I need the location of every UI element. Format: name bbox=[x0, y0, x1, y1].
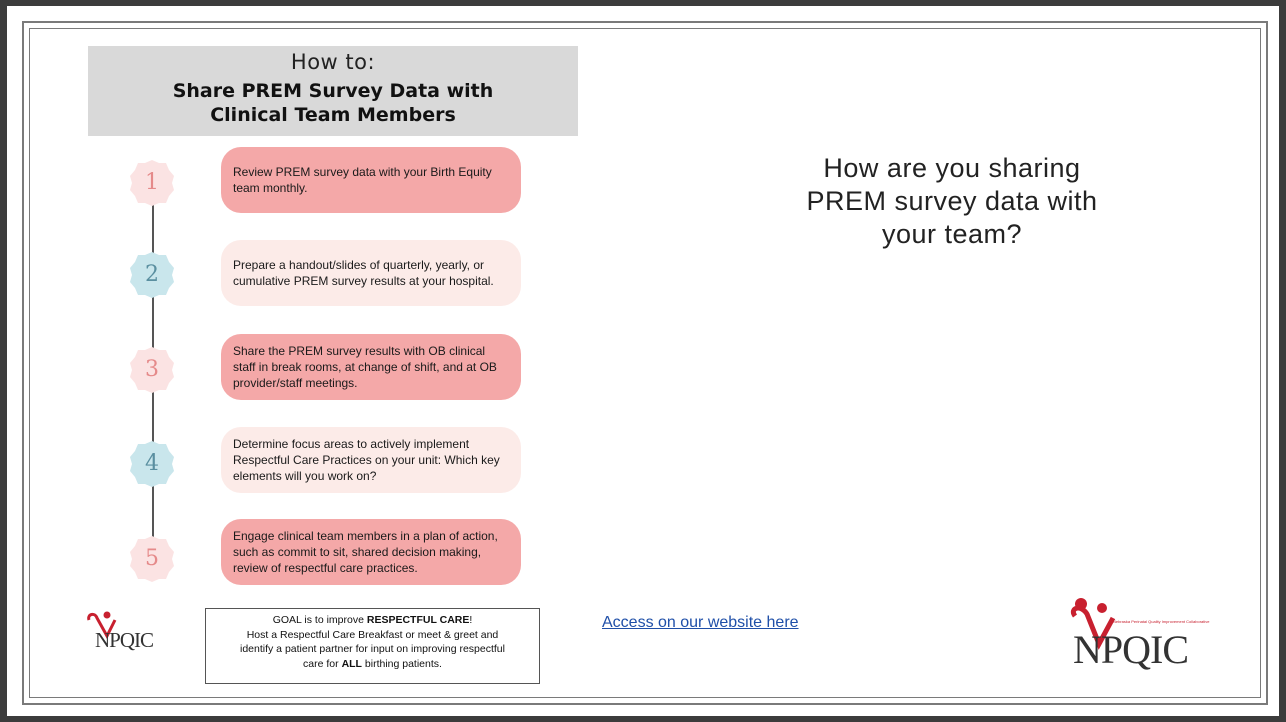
header-line-1: How to: bbox=[290, 50, 376, 74]
step-box-2: Prepare a handout/slides of quarterly, y… bbox=[221, 240, 521, 306]
question-line-3: your team? bbox=[881, 219, 1023, 249]
infographic-header: How to: Share PREM Survey Data with Clin… bbox=[88, 46, 578, 136]
goal-line-1: GOAL is to improve RESPECTFUL CARE! bbox=[206, 613, 539, 628]
step-badge-3: 3 bbox=[128, 346, 176, 394]
step-badge-1: 1 bbox=[128, 159, 176, 207]
goal-line-4-text: care for bbox=[303, 657, 342, 670]
step-text-3: Share the PREM survey results with OB cl… bbox=[233, 344, 497, 390]
header-line-2: Share PREM Survey Data with bbox=[172, 80, 494, 102]
goal-emphasis-all: ALL bbox=[341, 657, 362, 670]
logo-tagline: Nebraska Perinatal Quality Improvement C… bbox=[1113, 619, 1210, 624]
step-number-2: 2 bbox=[145, 262, 159, 287]
step-box-3: Share the PREM survey results with OB cl… bbox=[221, 334, 521, 400]
step-text-5: Engage clinical team members in a plan o… bbox=[233, 529, 498, 575]
step-badge-4: 4 bbox=[128, 440, 176, 488]
step-number-3: 3 bbox=[145, 357, 159, 382]
goal-line-4-end: birthing patients. bbox=[361, 657, 442, 670]
goal-line-2: Host a Respectful Care Breakfast or meet… bbox=[246, 628, 499, 641]
goal-line-1-end: ! bbox=[469, 614, 473, 626]
npqic-logo-large: Nebraska Perinatal Quality Improvement C… bbox=[1069, 596, 1229, 686]
logo-small-word: NPQIC bbox=[95, 628, 154, 652]
step-box-1: Review PREM survey data with your Birth … bbox=[221, 147, 521, 213]
slide: How to: Share PREM Survey Data with Clin… bbox=[7, 6, 1279, 716]
step-text-1: Review PREM survey data with your Birth … bbox=[233, 165, 492, 195]
website-link[interactable]: Access on our website here bbox=[602, 614, 799, 632]
step-number-4: 4 bbox=[145, 451, 159, 476]
goal-line-1-text: GOAL is to improve bbox=[272, 614, 367, 626]
goal-line-3: identify a patient partner for input on … bbox=[240, 643, 505, 655]
question-line-2: PREM survey data with bbox=[806, 186, 1098, 216]
step-box-4: Determine focus areas to actively implem… bbox=[221, 427, 521, 493]
step-number-5: 5 bbox=[145, 546, 159, 571]
step-badge-5: 5 bbox=[128, 535, 176, 583]
step-text-2: Prepare a handout/slides of quarterly, y… bbox=[233, 258, 494, 288]
step-box-5: Engage clinical team members in a plan o… bbox=[221, 519, 521, 585]
goal-box: GOAL is to improve RESPECTFUL CARE! Host… bbox=[205, 608, 540, 684]
question-text: How are you sharing PREM survey data wit… bbox=[722, 152, 1182, 251]
step-badge-2: 2 bbox=[128, 251, 176, 299]
goal-line-4: care for ALL birthing patients. bbox=[206, 657, 539, 672]
header-title: Share PREM Survey Data with Clinical Tea… bbox=[88, 79, 578, 127]
step-number-1: 1 bbox=[145, 170, 159, 195]
question-line-1: How are you sharing bbox=[823, 153, 1081, 183]
logo-large-word: NPQIC bbox=[1073, 627, 1189, 672]
goal-emphasis-respectful-care: RESPECTFUL CARE bbox=[366, 614, 470, 626]
npqic-logo-small: NPQIC bbox=[85, 610, 185, 660]
step-text-4: Determine focus areas to actively implem… bbox=[233, 437, 500, 483]
header-line-3: Clinical Team Members bbox=[210, 104, 456, 126]
